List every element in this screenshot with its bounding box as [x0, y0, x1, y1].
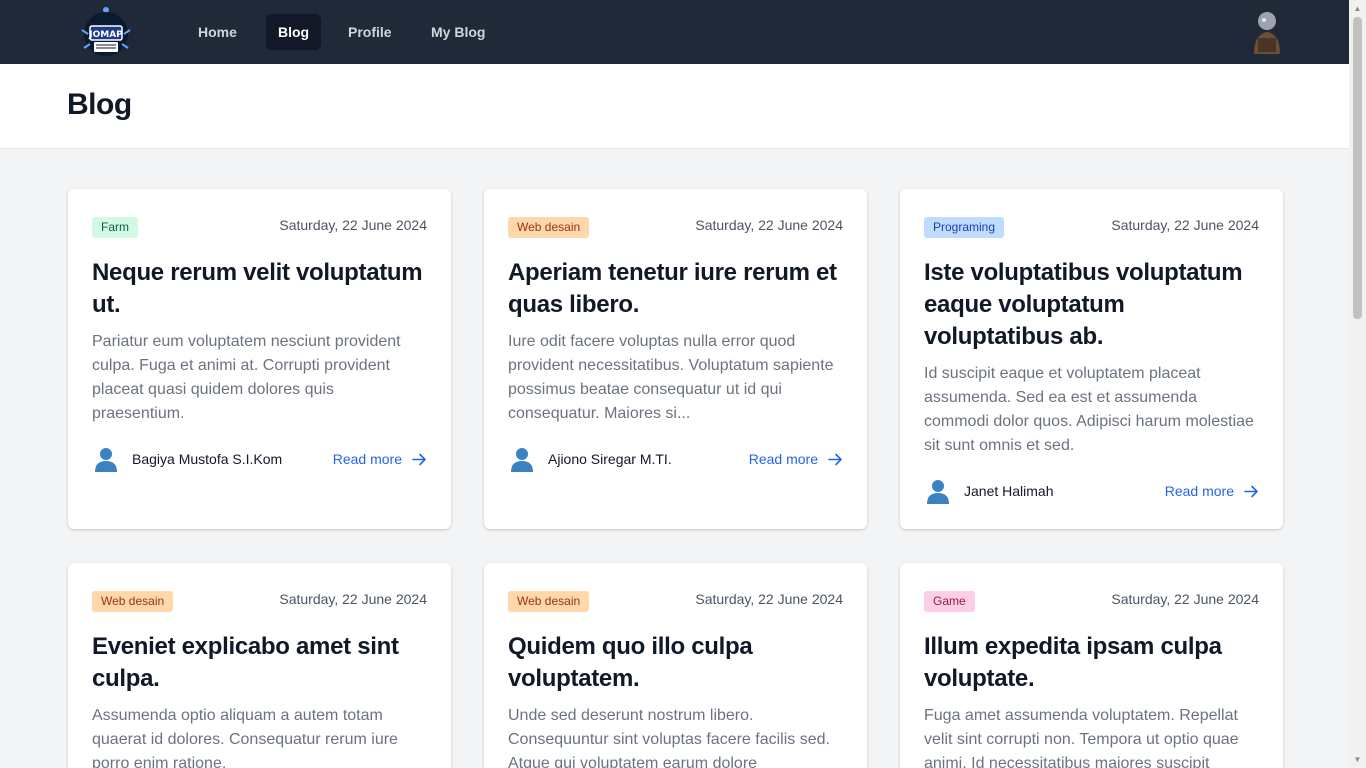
- post-excerpt: Id suscipit eaque et voluptatem placeat …: [924, 365, 1254, 454]
- page-header: Blog: [0, 64, 1349, 149]
- post-excerpt: Assumenda optio aliquam a autem totam qu…: [92, 707, 398, 768]
- category-badge[interactable]: Game: [924, 591, 975, 612]
- arrow-right-icon: [1244, 485, 1258, 498]
- post-author: Ajiono Siregar M.TI.: [508, 445, 708, 473]
- post-excerpt: Pariatur eum voluptatem nesciunt provide…: [92, 333, 401, 422]
- category-badge[interactable]: Web desain: [508, 217, 590, 238]
- post-date: Saturday, 22 June 2024: [279, 591, 427, 607]
- read-more-label: Read more: [332, 451, 402, 467]
- post-excerpt: Unde sed deserunt nostrum libero. Conseq…: [508, 707, 830, 768]
- read-more-link[interactable]: Read more: [743, 445, 843, 473]
- read-more-label: Read more: [1164, 483, 1234, 499]
- category-badge[interactable]: Web desain: [92, 591, 174, 612]
- nav-home-link[interactable]: Home: [186, 14, 249, 50]
- page-title: Blog: [67, 88, 132, 121]
- post-date: Saturday, 22 June 2024: [695, 591, 843, 607]
- person-icon: [511, 448, 533, 472]
- jomap-logo-icon[interactable]: JOMAP: [78, 4, 134, 60]
- blog-card: Game Saturday, 22 June 2024 Illum expedi…: [900, 563, 1283, 768]
- author-name: Ajiono Siregar M.TI.: [548, 451, 672, 467]
- blog-card: Web desain Saturday, 22 June 2024 Evenie…: [68, 563, 451, 768]
- category-badge[interactable]: Web desain: [508, 591, 590, 612]
- post-title[interactable]: Illum expedita ipsam culpa voluptate.: [924, 631, 1264, 695]
- scroll-down-arrow-icon[interactable]: ▼: [1349, 751, 1366, 768]
- top-navbar: JOMAP Home Blog Profile My Blog: [0, 0, 1349, 64]
- category-badge[interactable]: Programing: [924, 217, 1005, 238]
- blog-card: Web desain Saturday, 22 June 2024 Aperia…: [484, 189, 867, 529]
- nav-profile-link[interactable]: Profile: [336, 14, 404, 50]
- nav-my-blog-link[interactable]: My Blog: [419, 14, 497, 50]
- blog-card: Web desain Saturday, 22 June 2024 Quidem…: [484, 563, 867, 768]
- post-excerpt: Iure odit facere voluptas nulla error qu…: [508, 333, 834, 422]
- post-date: Saturday, 22 June 2024: [279, 217, 427, 233]
- read-more-link[interactable]: Read more: [327, 445, 427, 473]
- category-badge[interactable]: Farm: [92, 217, 138, 238]
- post-date: Saturday, 22 June 2024: [695, 217, 843, 233]
- person-icon: [927, 480, 949, 504]
- read-more-label: Read more: [748, 451, 818, 467]
- author-name: Bagiya Mustofa S.I.Kom: [132, 451, 283, 467]
- svg-text:JOMAP: JOMAP: [88, 30, 123, 40]
- person-icon: [95, 448, 117, 472]
- vertical-scrollbar[interactable]: ▲ ▼: [1349, 0, 1366, 768]
- author-name: Janet Halimah: [964, 483, 1054, 499]
- blog-card: Farm Saturday, 22 June 2024 Neque rerum …: [68, 189, 451, 529]
- post-title[interactable]: Quidem quo illo culpa voluptatem.: [508, 631, 848, 695]
- scroll-up-arrow-icon[interactable]: ▲: [1349, 0, 1366, 17]
- post-title[interactable]: Eveniet explicabo amet sint culpa.: [92, 631, 432, 695]
- post-author: Janet Halimah: [924, 477, 1124, 505]
- blog-card: Programing Saturday, 22 June 2024 Iste v…: [900, 189, 1283, 529]
- post-author: Bagiya Mustofa S.I.Kom: [92, 445, 292, 473]
- scrollbar-thumb[interactable]: [1353, 17, 1362, 319]
- post-excerpt: Fuga amet assumenda voluptatem. Repellat…: [924, 707, 1239, 768]
- user-avatar-icon[interactable]: [1250, 8, 1284, 56]
- post-title[interactable]: Aperiam tenetur iure rerum et quas liber…: [508, 257, 848, 321]
- arrow-right-icon: [828, 453, 842, 466]
- post-title[interactable]: Neque rerum velit voluptatum ut.: [92, 257, 432, 321]
- arrow-right-icon: [412, 453, 426, 466]
- nav-blog-link[interactable]: Blog: [266, 14, 322, 50]
- post-title[interactable]: Iste voluptatibus voluptatum eaque volup…: [924, 257, 1264, 353]
- post-date: Saturday, 22 June 2024: [1111, 217, 1259, 233]
- post-date: Saturday, 22 June 2024: [1111, 591, 1259, 607]
- read-more-link[interactable]: Read more: [1159, 477, 1259, 505]
